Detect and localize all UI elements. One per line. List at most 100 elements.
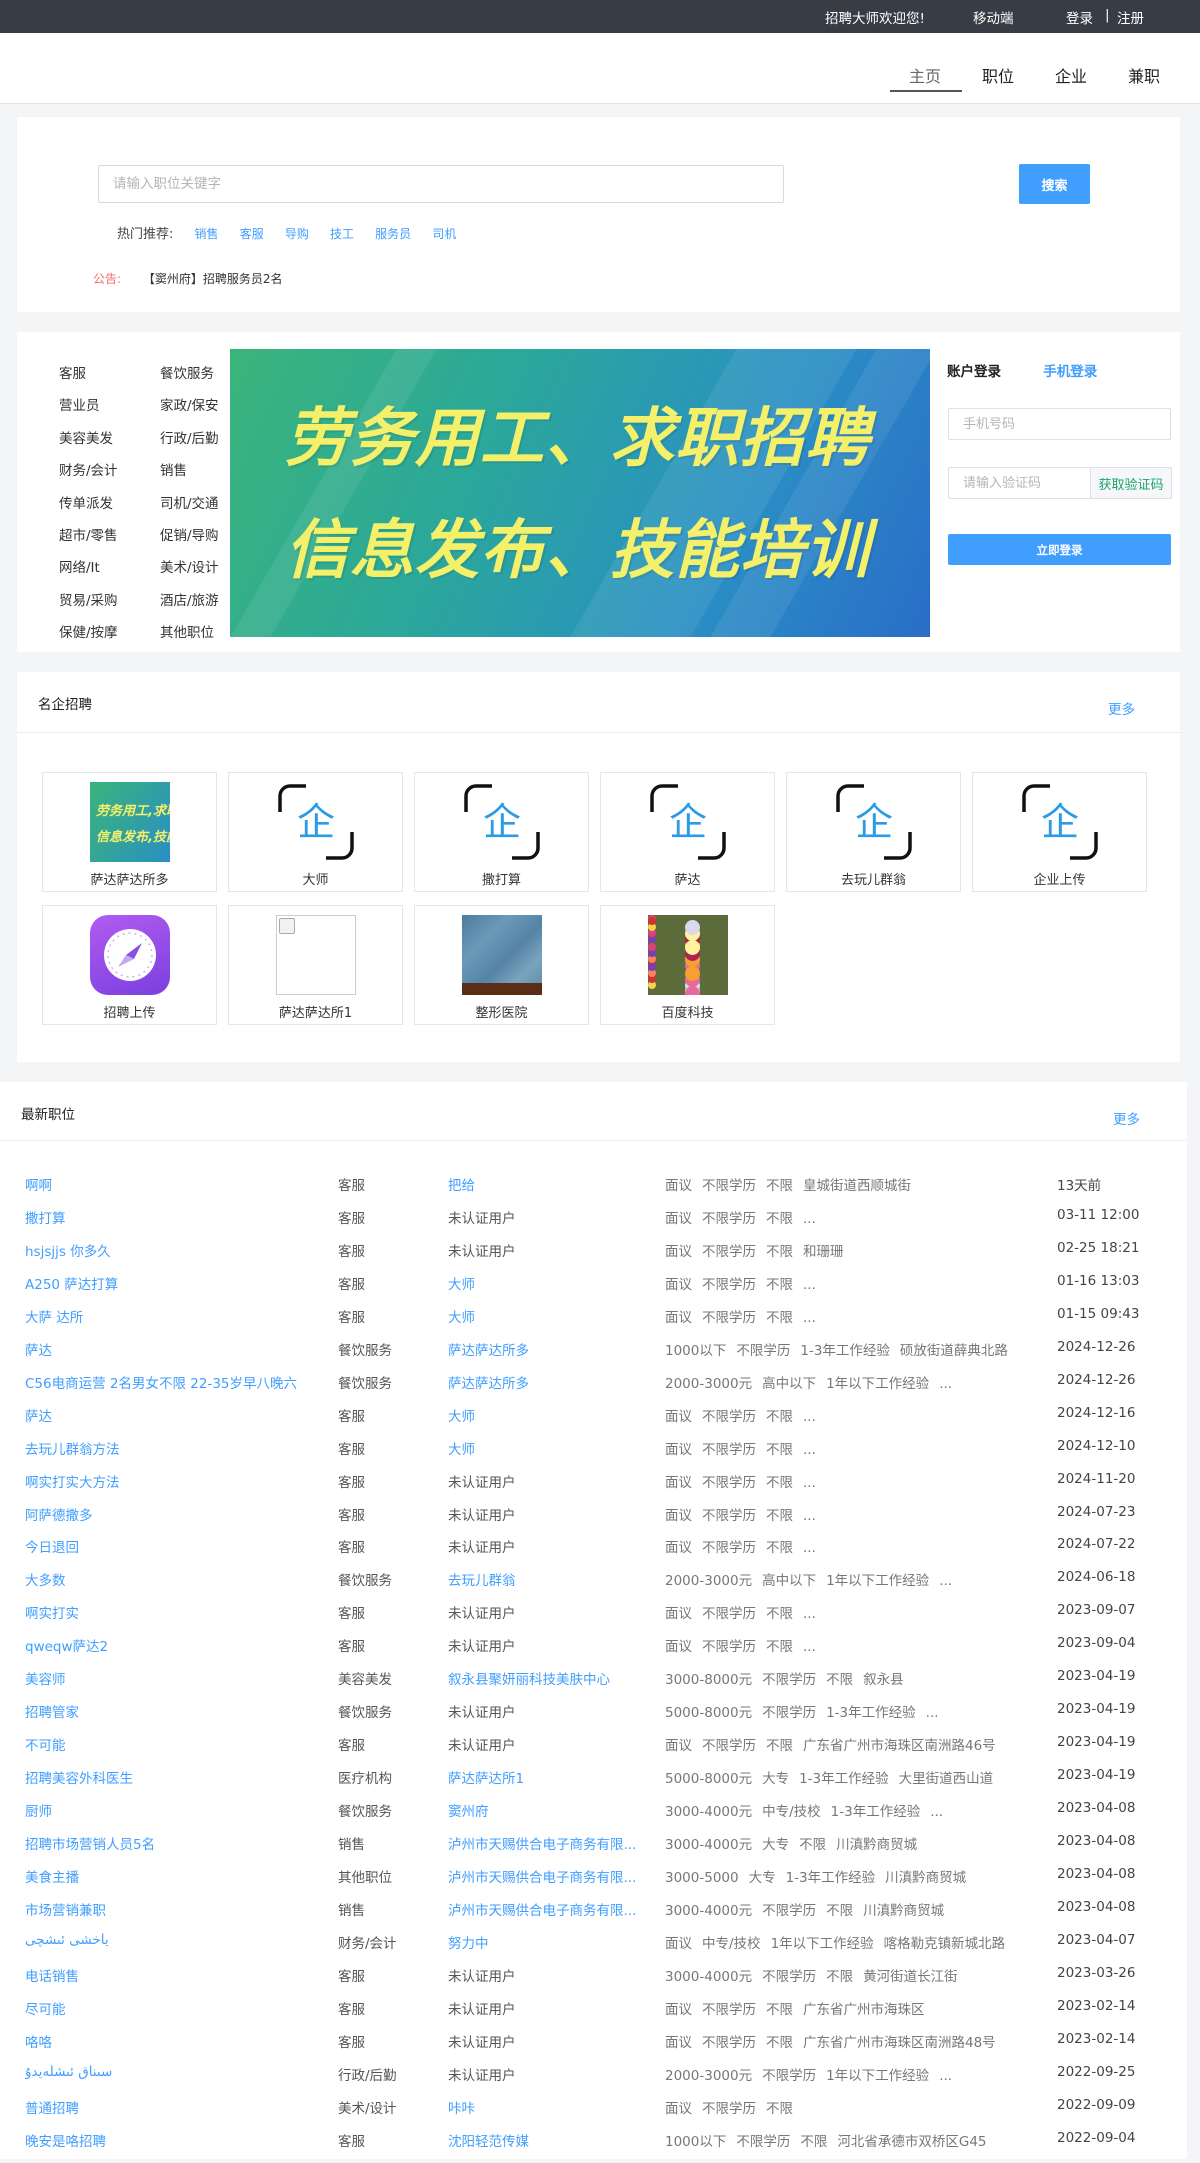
hot-link-technician[interactable]: 技工: [330, 227, 354, 241]
category-link[interactable]: 网络/It: [59, 556, 100, 576]
category-link[interactable]: 餐饮服务: [160, 362, 214, 382]
category-link[interactable]: 司机/交通: [160, 492, 219, 512]
nav-jobs[interactable]: 职位: [982, 63, 1014, 87]
job-title-link[interactable]: سىناق ئىشلەيدۇ: [25, 2064, 320, 2080]
job-title-link[interactable]: 普通招聘: [25, 2097, 320, 2117]
job-title-link[interactable]: 招聘管家: [25, 1701, 320, 1721]
category-link[interactable]: 美容美发: [59, 427, 113, 447]
companies-more-link[interactable]: 更多: [1108, 698, 1135, 718]
job-title-link[interactable]: 美食主播: [25, 1866, 320, 1886]
company-link[interactable]: 大师: [448, 1306, 653, 1326]
company-link[interactable]: 泸州市天赐供合电子商务有限...: [448, 1866, 653, 1886]
job-title-link[interactable]: 尽可能: [25, 1998, 320, 2018]
job-title-link[interactable]: 去玩儿群翁方法: [25, 1438, 320, 1458]
company-link[interactable]: 萨达萨达所1: [448, 1767, 653, 1787]
job-title-link[interactable]: C56电商运营 2名男女不限 22-35岁早八晚六: [25, 1372, 320, 1392]
job-title-link[interactable]: 啊实打实: [25, 1602, 320, 1622]
job-title-link[interactable]: qweqw萨达2: [25, 1635, 320, 1655]
search-input[interactable]: [98, 165, 784, 203]
phone-input[interactable]: [948, 408, 1171, 440]
job-title-link[interactable]: 咯咯: [25, 2031, 320, 2051]
category-link[interactable]: 营业员: [59, 394, 100, 414]
category-link[interactable]: 客服: [59, 362, 86, 382]
job-title-link[interactable]: 厨师: [25, 1800, 320, 1820]
nav-parttime[interactable]: 兼职: [1128, 63, 1160, 87]
verification-code-input[interactable]: [948, 467, 1091, 499]
job-title-link[interactable]: 阿萨德撒多: [25, 1504, 320, 1524]
company-tile[interactable]: 企萨达: [600, 772, 775, 892]
company-link[interactable]: 泸州市天赐供合电子商务有限...: [448, 1899, 653, 1919]
category-link[interactable]: 酒店/旅游: [160, 589, 219, 609]
login-submit-button[interactable]: 立即登录: [948, 534, 1171, 565]
job-title-link[interactable]: 撒打算: [25, 1207, 320, 1227]
nav-home[interactable]: 主页: [909, 63, 941, 87]
job-title-link[interactable]: 啊啊: [25, 1174, 320, 1194]
company-link[interactable]: 大师: [448, 1438, 653, 1458]
job-title-link[interactable]: hsjsjjs 你多久: [25, 1240, 320, 1260]
company-tile[interactable]: 萨达萨达所1: [228, 905, 403, 1025]
company-link[interactable]: 泸州市天赐供合电子商务有限...: [448, 1833, 653, 1853]
jobs-more-link[interactable]: 更多: [1113, 1108, 1140, 1128]
category-link[interactable]: 保健/按摩: [59, 621, 118, 641]
notice-text[interactable]: 【窦州府】招聘服务员2名: [143, 272, 283, 286]
job-title-link[interactable]: 美容师: [25, 1668, 320, 1688]
hot-link-driver[interactable]: 司机: [432, 227, 456, 241]
job-title-link[interactable]: 今日退回: [25, 1536, 320, 1556]
category-link[interactable]: 销售: [160, 459, 187, 479]
job-title-link[interactable]: 萨达: [25, 1339, 320, 1359]
company-link[interactable]: 去玩儿群翁: [448, 1569, 653, 1589]
job-title-link[interactable]: 电话销售: [25, 1965, 320, 1985]
company-tile[interactable]: 招聘上传: [42, 905, 217, 1025]
company-link[interactable]: 咔咔: [448, 2097, 653, 2117]
job-title-link[interactable]: A250 萨达打算: [25, 1273, 320, 1293]
job-title-link[interactable]: 招聘市场营销人员5名: [25, 1833, 320, 1853]
job-title-link[interactable]: 萨达: [25, 1405, 320, 1425]
category-link[interactable]: 其他职位: [160, 621, 214, 641]
company-link[interactable]: 努力中: [448, 1932, 653, 1952]
job-title-link[interactable]: 大多数: [25, 1569, 320, 1589]
company-link[interactable]: 叙永县聚妍丽科技美肤中心: [448, 1668, 653, 1688]
register-link[interactable]: 注册: [1117, 7, 1144, 27]
company-link[interactable]: 萨达萨达所多: [448, 1372, 653, 1392]
company-link[interactable]: 萨达萨达所多: [448, 1339, 653, 1359]
company-link[interactable]: 窦州府: [448, 1800, 653, 1820]
company-tile[interactable]: 企去玩儿群翁: [786, 772, 961, 892]
mobile-link[interactable]: 移动端: [973, 7, 1014, 27]
category-link[interactable]: 贸易/采购: [59, 589, 118, 609]
company-tile[interactable]: 整形医院: [414, 905, 589, 1025]
tab-account-login[interactable]: 账户登录: [947, 364, 1001, 380]
job-title-link[interactable]: ياخشى ئىشچى: [25, 1932, 320, 1948]
company-tile[interactable]: 企大师: [228, 772, 403, 892]
job-title-link[interactable]: 市场营销兼职: [25, 1899, 320, 1919]
company-tile[interactable]: 百度科技: [600, 905, 775, 1025]
hot-link-service[interactable]: 客服: [240, 227, 264, 241]
search-button[interactable]: 搜索: [1019, 164, 1090, 204]
login-link[interactable]: 登录: [1066, 7, 1093, 27]
category-link[interactable]: 传单派发: [59, 492, 113, 512]
company-tile[interactable]: 企企业上传: [972, 772, 1147, 892]
job-title-link[interactable]: 晚安是咯招聘: [25, 2130, 320, 2150]
job-title-link[interactable]: 不可能: [25, 1734, 320, 1754]
company-link[interactable]: 大师: [448, 1273, 653, 1293]
category-link[interactable]: 财务/会计: [59, 459, 118, 479]
nav-companies[interactable]: 企业: [1055, 63, 1087, 87]
hot-link-sales[interactable]: 销售: [195, 227, 219, 241]
company-tile[interactable]: 企撒打算: [414, 772, 589, 892]
get-code-button[interactable]: 获取验证码: [1090, 467, 1172, 499]
category-link[interactable]: 美术/设计: [160, 556, 219, 576]
company-link[interactable]: 沈阳轻范传媒: [448, 2130, 653, 2150]
company-link[interactable]: 大师: [448, 1405, 653, 1425]
job-title-link[interactable]: 啊实打实大方法: [25, 1471, 320, 1491]
category-link[interactable]: 行政/后勤: [160, 427, 219, 447]
job-title-link[interactable]: 大萨 达所: [25, 1306, 320, 1326]
tab-phone-login[interactable]: 手机登录: [1043, 364, 1097, 380]
category-link[interactable]: 超市/零售: [59, 524, 118, 544]
hot-link-waiter[interactable]: 服务员: [375, 227, 411, 241]
hot-link-guide[interactable]: 导购: [285, 227, 309, 241]
category-link[interactable]: 家政/保安: [160, 394, 219, 414]
company-tile[interactable]: 劳务用工,求职招聘信息发布,技能培训萨达萨达所多: [42, 772, 217, 892]
company-link[interactable]: 把给: [448, 1174, 653, 1194]
promo-banner[interactable]: 劳务用工、求职招聘 信息发布、技能培训: [230, 349, 930, 637]
job-title-link[interactable]: 招聘美容外科医生: [25, 1767, 320, 1787]
category-link[interactable]: 促销/导购: [160, 524, 219, 544]
